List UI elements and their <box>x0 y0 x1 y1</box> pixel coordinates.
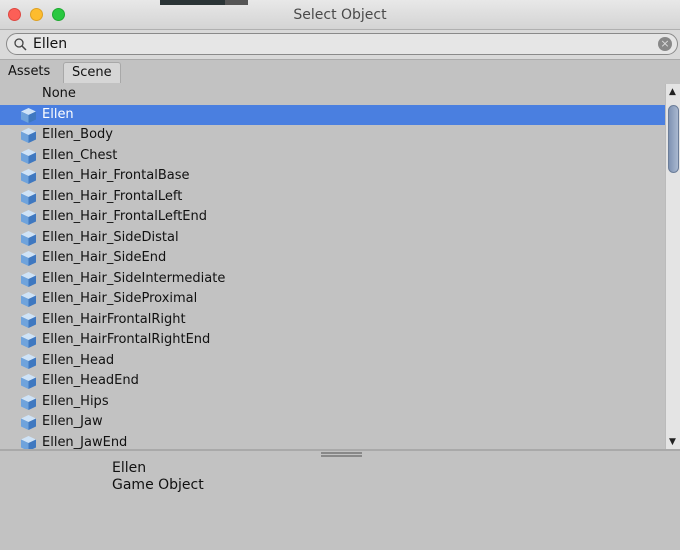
game-object-cube-icon <box>21 374 36 389</box>
list-item[interactable]: Ellen_Hair_FrontalLeftEnd <box>0 207 665 228</box>
list-item[interactable]: Ellen_Head <box>0 351 665 372</box>
list-item[interactable]: Ellen_Hair_FrontalLeft <box>0 187 665 208</box>
item-label: Ellen_Chest <box>42 147 118 163</box>
game-object-cube-icon <box>21 251 36 266</box>
list-item-none[interactable]: None <box>0 84 665 105</box>
resize-handle[interactable] <box>321 452 362 457</box>
game-object-cube-icon <box>21 128 36 143</box>
list-item[interactable]: Ellen_Jaw <box>0 412 665 433</box>
game-object-cube-icon <box>21 353 36 369</box>
list-item[interactable]: Ellen_HeadEnd <box>0 371 665 392</box>
item-label: Ellen_HeadEnd <box>42 373 139 388</box>
scrollbar-thumb[interactable] <box>668 105 679 173</box>
item-label: None <box>42 86 76 101</box>
item-label: Ellen_HairFrontalRight <box>42 311 186 327</box>
list-item[interactable]: Ellen_Body <box>0 125 665 146</box>
list-item[interactable]: Ellen_Hair_SideIntermediate <box>0 269 665 290</box>
list-item[interactable]: Ellen_Hair_SideDistal <box>0 228 665 249</box>
game-object-cube-icon <box>21 312 36 328</box>
game-object-cube-icon <box>21 169 36 184</box>
search-field[interactable]: × <box>6 33 678 55</box>
scroll-down-icon[interactable]: ▼ <box>669 437 676 447</box>
scroll-up-icon[interactable]: ▲ <box>669 87 676 97</box>
selected-type: Game Object <box>112 477 204 493</box>
game-object-cube-icon <box>21 148 36 164</box>
game-object-cube-icon <box>21 210 36 225</box>
list-item[interactable]: Ellen_HairFrontalRight <box>0 310 665 331</box>
list-item[interactable]: Ellen_Hair_SideProximal <box>0 289 665 310</box>
game-object-cube-icon <box>21 292 36 307</box>
panel-divider <box>0 449 680 451</box>
item-label: Ellen_Body <box>42 127 113 142</box>
object-list: None Ellen Ellen_Body Ellen_Chest Ellen_Hai… <box>0 84 665 450</box>
list-item[interactable]: Ellen_Chest <box>0 146 665 167</box>
game-object-cube-icon <box>21 189 36 205</box>
item-label: Ellen_Hair_SideEnd <box>42 250 167 265</box>
item-label: Ellen_Hair_FrontalLeft <box>42 188 183 204</box>
item-label: Ellen_HairFrontalRightEnd <box>42 332 211 347</box>
item-label: Ellen_Head <box>42 352 115 368</box>
search-input[interactable] <box>33 35 633 53</box>
game-object-cube-icon <box>21 107 36 123</box>
list-item[interactable]: Ellen_Hips <box>0 392 665 413</box>
item-label: Ellen_Hips <box>42 393 109 409</box>
item-label: Ellen_Hair_SideDistal <box>42 229 179 245</box>
scrollbar[interactable]: ▲ ▼ <box>665 84 680 450</box>
selected-name: Ellen <box>112 460 147 476</box>
item-label: Ellen_Hair_FrontalBase <box>42 168 190 183</box>
search-icon <box>14 38 27 51</box>
game-object-cube-icon <box>21 435 36 450</box>
game-object-cube-icon <box>21 394 36 410</box>
game-object-cube-icon <box>21 333 36 348</box>
search-bar: × <box>0 30 680 60</box>
window-title: Select Object <box>293 7 387 23</box>
list-item[interactable]: Ellen_Hair_SideEnd <box>0 248 665 269</box>
list-item[interactable]: Ellen_HairFrontalRightEnd <box>0 330 665 351</box>
list-item[interactable]: Ellen_JawEnd <box>0 433 665 450</box>
tab-assets[interactable]: Assets <box>0 62 58 83</box>
item-label: Ellen_Hair_FrontalLeftEnd <box>42 209 207 224</box>
game-object-cube-icon <box>21 230 36 246</box>
tab-scene[interactable]: Scene <box>63 62 121 83</box>
title-bar: Select Object <box>0 0 680 30</box>
list-item[interactable]: Ellen <box>0 104 665 125</box>
item-label: Ellen_JawEnd <box>42 434 128 450</box>
clear-search-icon[interactable]: × <box>658 37 672 51</box>
game-object-cube-icon <box>21 271 36 287</box>
item-label: Ellen_Hair_SideProximal <box>42 291 198 306</box>
list-item[interactable]: Ellen_Hair_FrontalBase <box>0 166 665 187</box>
item-label: Ellen <box>42 106 74 122</box>
game-object-cube-icon <box>21 415 36 430</box>
item-label: Ellen_Jaw <box>42 414 103 429</box>
background-window-strip <box>160 0 248 5</box>
item-label: Ellen_Hair_SideIntermediate <box>42 270 226 286</box>
